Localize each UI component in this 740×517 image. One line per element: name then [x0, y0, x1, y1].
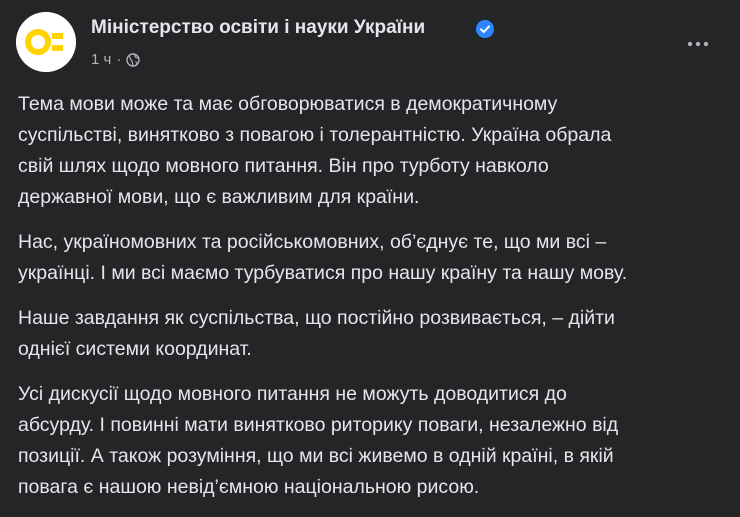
post-paragraph-3: Наше завдання як суспільства, що постійн…	[18, 307, 615, 360]
meta-separator: ·	[116, 51, 122, 68]
post-timestamp[interactable]: 1 ч	[91, 51, 111, 68]
page-name-link[interactable]: Міністерство освіти і науки України	[91, 17, 425, 39]
more-options-icon	[687, 41, 709, 47]
page-avatar[interactable]	[16, 12, 76, 72]
ministry-logo-icon	[16, 12, 76, 72]
post-paragraph-1: Тема мови може та має обговорюватися в д…	[18, 93, 612, 208]
post-paragraph-4: Усі дискусії щодо мовного питання не мож…	[18, 383, 619, 498]
post-body: Тема мови може та має обговорюватися в д…	[18, 89, 733, 517]
globe-icon[interactable]	[126, 52, 141, 67]
verified-badge-icon	[476, 20, 494, 38]
post-meta: 1 ч ·	[91, 51, 141, 68]
facebook-post: Міністерство освіти і науки України 1 ч …	[0, 0, 740, 498]
more-options-button[interactable]	[676, 28, 720, 60]
post-paragraph-2: Нас, україномовних та російськомовних, о…	[18, 231, 628, 284]
